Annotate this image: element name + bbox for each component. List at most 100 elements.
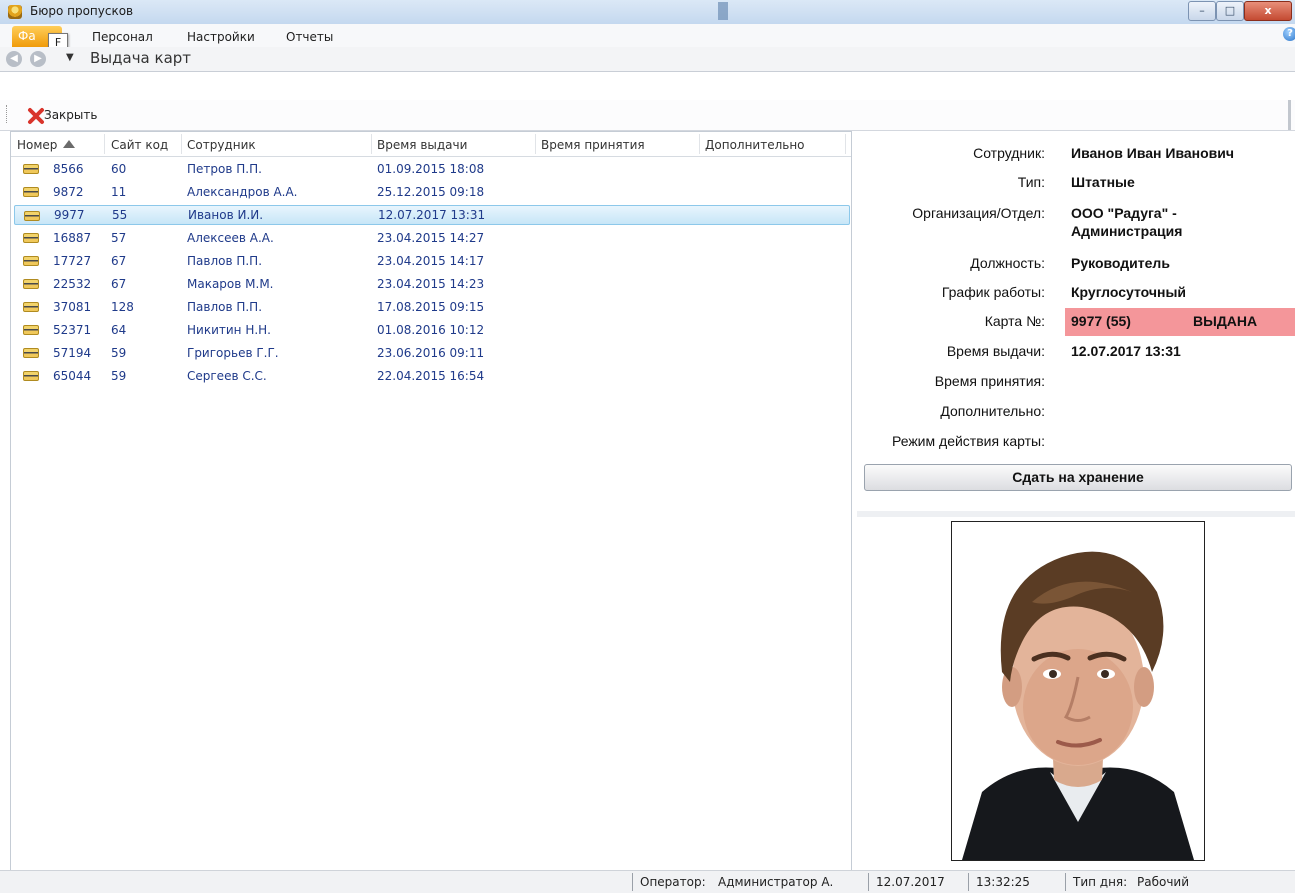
schedule-label: График работы: xyxy=(941,284,1045,300)
help-icon[interactable]: ? xyxy=(1283,27,1295,41)
card-icon xyxy=(23,279,39,289)
employee-photo xyxy=(951,521,1205,861)
cell-employee: Павлов П.П. xyxy=(187,254,263,268)
card-icon xyxy=(23,348,39,358)
column-divider[interactable] xyxy=(371,134,372,154)
cell-issued: 17.08.2015 09:15 xyxy=(377,300,485,314)
history-dropdown-icon[interactable]: ▼ xyxy=(66,52,74,63)
card-icon xyxy=(23,325,39,335)
org-value-line2: Администрация xyxy=(1071,223,1183,239)
close-button[interactable]: Закрыть xyxy=(44,108,97,122)
table-row[interactable]: 52371 64 Никитин Н.Н. 01.08.2016 10:12 xyxy=(15,320,849,340)
schedule-value: Круглосуточный xyxy=(1071,284,1187,300)
tab-reports[interactable]: Отчеты xyxy=(286,30,333,44)
cell-site: 64 xyxy=(111,323,127,337)
table-row[interactable]: 57194 59 Григорьев Г.Г. 23.06.2016 09:11 xyxy=(15,343,849,363)
table-row-selected[interactable]: 9977 55 Иванов И.И. 12.07.2017 13:31 xyxy=(14,205,850,225)
employee-details-panel: Сотрудник: Иванов Иван Иванович Тип: Шта… xyxy=(857,131,1295,511)
sort-ascending-icon xyxy=(63,140,76,148)
cell-number: 8566 xyxy=(53,162,84,176)
close-x-icon[interactable] xyxy=(26,106,46,126)
cards-grid: Номер Сайт код Сотрудник Время выдачи Вр… xyxy=(10,131,852,872)
cell-employee: Александров А.А. xyxy=(187,185,298,199)
cell-number: 57194 xyxy=(53,346,92,360)
operator-label: Оператор: xyxy=(640,875,706,889)
cell-issued: 23.06.2016 09:11 xyxy=(377,346,485,360)
photo-panel xyxy=(857,517,1295,870)
cell-issued: 25.12.2015 09:18 xyxy=(377,185,485,199)
card-label: Карта №: xyxy=(984,313,1045,329)
page-title: Выдача карт xyxy=(90,49,192,67)
table-row[interactable]: 22532 67 Макаров М.М. 23.04.2015 14:23 xyxy=(15,274,849,294)
column-header-issued[interactable]: Время выдачи xyxy=(377,138,467,152)
column-divider[interactable] xyxy=(845,134,846,154)
cell-employee: Иванов И.И. xyxy=(188,208,264,222)
grid-header: Номер Сайт код Сотрудник Время выдачи Вр… xyxy=(11,132,851,157)
cell-site: 59 xyxy=(111,346,127,360)
card-status: ВЫДАНА xyxy=(1193,313,1258,329)
tab-settings[interactable]: Настройки xyxy=(187,30,255,44)
table-row[interactable]: 37081 128 Павлов П.П. 17.08.2015 09:15 xyxy=(15,297,849,317)
org-value-line1: ООО "Радуга" - xyxy=(1071,205,1177,221)
column-header-employee[interactable]: Сотрудник xyxy=(187,138,256,152)
store-card-button[interactable]: Сдать на хранение xyxy=(864,464,1292,491)
column-header-number[interactable]: Номер xyxy=(17,138,76,152)
minimize-button[interactable]: – xyxy=(1188,1,1216,21)
employee-portrait-image xyxy=(952,522,1204,860)
column-header-extra[interactable]: Дополнительно xyxy=(705,138,805,152)
cell-issued: 23.04.2015 14:27 xyxy=(377,231,485,245)
column-header-site-code[interactable]: Сайт код xyxy=(111,138,168,152)
card-icon xyxy=(23,302,39,312)
column-divider[interactable] xyxy=(181,134,182,154)
close-window-button[interactable]: x xyxy=(1244,1,1292,21)
column-divider[interactable] xyxy=(104,134,105,154)
status-bar: Оператор: Администратор А. 12.07.2017 13… xyxy=(0,870,1295,893)
card-mode-label: Режим действия карты: xyxy=(891,433,1045,449)
cell-site: 67 xyxy=(111,277,127,291)
cell-number: 37081 xyxy=(53,300,92,314)
position-value: Руководитель xyxy=(1071,255,1170,271)
forward-arrow-icon[interactable]: ▶ xyxy=(30,51,46,67)
cell-number: 9977 xyxy=(54,208,85,222)
accepted-label: Время принятия: xyxy=(934,373,1045,389)
card-icon xyxy=(23,233,39,243)
cell-employee: Петров П.П. xyxy=(187,162,262,176)
cell-number: 52371 xyxy=(53,323,92,337)
card-icon xyxy=(24,211,40,221)
card-value: 9977 (55) xyxy=(1071,313,1131,329)
org-label: Организация/Отдел: xyxy=(912,205,1045,221)
position-label: Должность: xyxy=(970,255,1045,271)
maximize-button[interactable]: □ xyxy=(1216,1,1244,21)
cell-employee: Григорьев Г.Г. xyxy=(187,346,279,360)
card-icon xyxy=(23,371,39,381)
tab-personnel[interactable]: Персонал xyxy=(92,30,153,44)
operator-value: Администратор А. xyxy=(718,875,834,889)
table-row[interactable]: 65044 59 Сергеев С.С. 22.04.2015 16:54 xyxy=(15,366,849,386)
table-row[interactable]: 16887 57 Алексеев А.А. 23.04.2015 14:27 xyxy=(15,228,849,248)
day-type-value: Рабочий xyxy=(1137,875,1190,889)
column-divider[interactable] xyxy=(699,134,700,154)
cell-issued: 12.07.2017 13:31 xyxy=(378,208,486,222)
table-row[interactable]: 8566 60 Петров П.П. 01.09.2015 18:08 xyxy=(15,159,849,179)
toolbar-grip xyxy=(6,105,8,123)
day-type-label: Тип дня: xyxy=(1073,875,1128,889)
status-date: 12.07.2017 xyxy=(876,875,945,889)
cell-issued: 01.09.2015 18:08 xyxy=(377,162,485,176)
back-arrow-icon[interactable]: ◀ xyxy=(6,51,22,67)
cell-site: 67 xyxy=(111,254,127,268)
table-row[interactable]: 9872 11 Александров А.А. 25.12.2015 09:1… xyxy=(15,182,849,202)
table-row[interactable]: 17727 67 Павлов П.П. 23.04.2015 14:17 xyxy=(15,251,849,271)
navigation-bar xyxy=(0,47,1295,72)
cell-employee: Никитин Н.Н. xyxy=(187,323,271,337)
cell-site: 11 xyxy=(111,185,127,199)
cell-number: 9872 xyxy=(53,185,84,199)
column-divider[interactable] xyxy=(535,134,536,154)
type-label: Тип: xyxy=(1017,174,1045,190)
cell-site: 57 xyxy=(111,231,127,245)
cell-site: 55 xyxy=(112,208,128,222)
window-title: Бюро пропусков xyxy=(30,4,134,18)
cell-issued: 22.04.2015 16:54 xyxy=(377,369,485,383)
cell-number: 65044 xyxy=(53,369,92,383)
column-header-accepted[interactable]: Время принятия xyxy=(541,138,645,152)
issued-value: 12.07.2017 13:31 xyxy=(1071,343,1181,359)
